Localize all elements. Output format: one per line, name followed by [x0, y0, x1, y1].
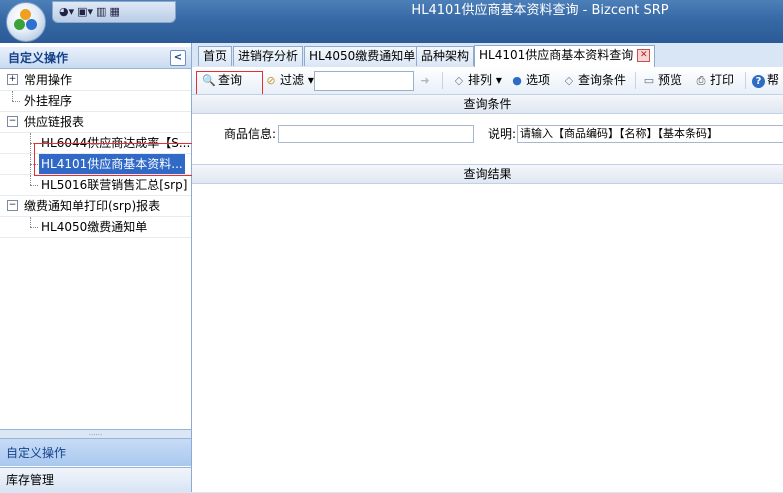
help-icon: ? [752, 75, 765, 88]
filter-label: 过滤 ▾ [280, 73, 314, 87]
tree-line [30, 175, 31, 185]
conditions-label: 查询条件 [578, 73, 627, 87]
section-inventory[interactable]: 库存管理 [0, 467, 191, 492]
options-icon: ● [512, 74, 522, 87]
help-button[interactable]: ? 帮 [752, 71, 779, 90]
panel-splitter[interactable]: ...... [0, 429, 191, 438]
tree-line [30, 227, 38, 228]
separator [635, 72, 636, 89]
conditions-button[interactable]: ◇ 查询条件 [562, 71, 626, 90]
product-info-input[interactable] [278, 125, 474, 143]
note-field[interactable]: 请输入【商品编码】【名称】【基本条码】 [517, 125, 783, 143]
go-button[interactable]: ➜ [418, 71, 434, 90]
tree-line [30, 217, 31, 227]
tab-label: HL4101供应商基本资料查询 [479, 48, 634, 62]
tab-strip: 首页 进销存分析 HL4050缴费通知单 品种架构 HL4101供应商基本资料查… [192, 43, 783, 67]
collapse-icon[interactable]: − [7, 116, 18, 127]
help-label: 帮 [767, 73, 780, 87]
collapse-icon[interactable]: − [7, 200, 18, 211]
tree-node-label: HL5016联营销售汇总[srp] [41, 178, 188, 192]
tree-node-hl4050[interactable]: HL4050缴费通知单 [0, 217, 191, 238]
printer-icon: ⎙ [696, 74, 706, 87]
highlight-box [34, 143, 218, 176]
preview-icon: ▭ [643, 74, 655, 87]
tree-node-common-ops[interactable]: + 常用操作 [0, 70, 191, 91]
app-menu-button[interactable] [6, 2, 46, 42]
conditions-icon: ◇ [564, 74, 574, 87]
results-grid[interactable] [192, 184, 783, 492]
tree-node-label: 常用操作 [24, 73, 73, 87]
calculator-icon[interactable]: ▦ [109, 4, 119, 20]
tree-line [12, 91, 13, 101]
tab-home[interactable]: 首页 [198, 46, 233, 66]
conditions-header: 查询条件 [192, 94, 783, 114]
preview-label: 预览 [658, 73, 683, 87]
preview-button[interactable]: ▭ 预览 [642, 71, 682, 90]
print-button[interactable]: ⎙ 打印 [694, 71, 734, 90]
panel-title: 自定义操作 [8, 51, 69, 65]
tree-node-hl5016[interactable]: HL5016联营销售汇总[srp] [0, 175, 191, 196]
section-custom-ops[interactable]: 自定义操作 [0, 438, 191, 466]
tree-line [30, 185, 38, 186]
filter-input[interactable] [314, 71, 414, 91]
window-icon[interactable]: ▣▾ [77, 4, 93, 20]
tree-line [12, 101, 20, 102]
app-logo-icon-part [14, 19, 25, 30]
quick-access-toolbar: ◕▾ ▣▾ ▥ ▦ [52, 1, 176, 23]
toolbar: 🔍 查询 ⊘ 过滤 ▾ ➜ ◇ 排列 ▾ ● 选项 ◇ 查询条件 ▭ 预览 ⎙ 打印 ? 帮 [192, 67, 783, 97]
results-header: 查询结果 [192, 164, 783, 184]
product-info-label: 商品信息: [224, 127, 277, 141]
collapse-panel-button[interactable]: < [170, 50, 186, 66]
panel-header: 自定义操作 < [0, 47, 191, 69]
separator [442, 72, 443, 89]
filter-icon: ⊘ [266, 74, 276, 87]
tree-node-label: 缴费通知单打印(srp)报表 [24, 199, 161, 213]
tab-hl4050[interactable]: HL4050缴费通知单 [304, 46, 421, 66]
separator [745, 72, 746, 89]
options-label: 选项 [526, 73, 551, 87]
tree-node-supply-chain-reports[interactable]: − 供应链报表 [0, 112, 191, 133]
title-bar: ◕▾ ▣▾ ▥ ▦ HL4101供应商基本资料查询 - Bizcent SRP [0, 0, 783, 43]
tree-node-plugins[interactable]: 外挂程序 [0, 91, 191, 112]
tree-node-label: HL4050缴费通知单 [41, 220, 148, 234]
tab-inventory-analysis[interactable]: 进销存分析 [233, 46, 304, 66]
options-button[interactable]: ● 选项 [510, 71, 550, 90]
go-arrow-icon: ➜ [420, 74, 430, 87]
filter-button[interactable]: ⊘ 过滤 ▾ [264, 71, 314, 90]
tag-icon: ◇ [454, 74, 464, 87]
window-title: HL4101供应商基本资料查询 - Bizcent SRP [411, 3, 669, 18]
tab-hl4101[interactable]: HL4101供应商基本资料查询 ✕ [474, 45, 656, 67]
sort-button[interactable]: ◇ 排列 ▾ [452, 71, 502, 90]
tree-node-label: 外挂程序 [24, 94, 73, 108]
print-label: 打印 [710, 73, 735, 87]
left-panel: 自定义操作 < + 常用操作 外挂程序 − 供应链报表 HL6044供应商达成率… [0, 43, 218, 492]
content-area: 查询条件 商品信息: 说明: 请输入【商品编码】【名称】【基本条码】 查询结果 [192, 94, 783, 492]
tab-product-structure[interactable]: 品种架构 [416, 46, 475, 66]
save-icon[interactable]: ▥ [96, 4, 106, 20]
note-label: 说明: [488, 127, 517, 141]
expand-icon[interactable]: + [7, 74, 18, 85]
close-tab-icon[interactable]: ✕ [637, 49, 651, 62]
app-logo-icon-part [26, 19, 37, 30]
tree-node-fee-notice-reports[interactable]: − 缴费通知单打印(srp)报表 [0, 196, 191, 217]
palette-icon[interactable]: ◕▾ [59, 4, 74, 20]
tree-node-label: 供应链报表 [24, 115, 85, 129]
sort-label: 排列 ▾ [468, 73, 502, 87]
